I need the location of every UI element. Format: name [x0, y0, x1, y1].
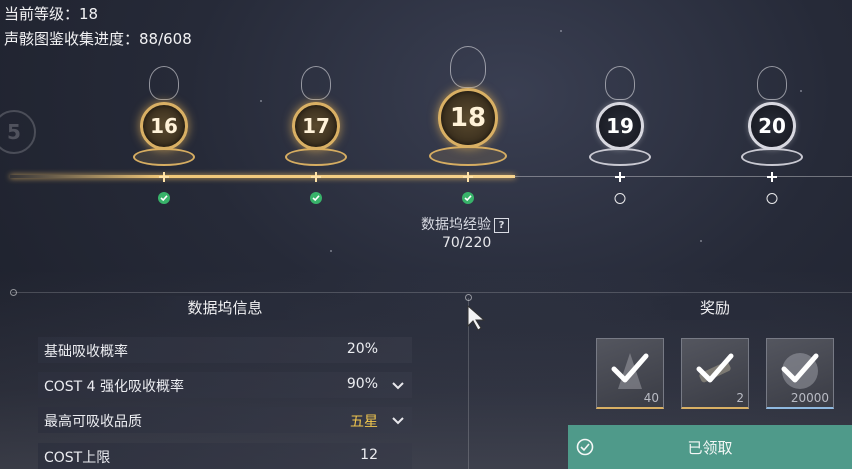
level-badge: 17	[292, 102, 340, 150]
stat-value: 五星	[350, 414, 378, 430]
experience-value: 70/220	[442, 235, 492, 251]
unclaimed-circle-icon	[614, 193, 626, 204]
section-divider	[12, 292, 852, 293]
experience-label-text: 数据坞经验	[421, 217, 491, 233]
background-star	[700, 240, 702, 242]
echo-figure-icon	[757, 66, 787, 100]
help-icon[interactable]: ?	[494, 218, 509, 233]
divider-endpoint	[10, 289, 17, 296]
pedestal-icon	[285, 148, 347, 166]
track-marker-icon	[159, 172, 169, 182]
stat-row-cost-limit: COST上限 12	[38, 443, 412, 469]
stat-label: 基础吸收概率	[44, 344, 128, 360]
reward-count: 40	[643, 391, 659, 405]
pedestal-icon	[133, 148, 195, 166]
track-marker-icon	[767, 172, 777, 182]
claimed-check-icon	[462, 192, 474, 204]
rewards-title: 奖励	[640, 296, 790, 320]
stat-label: 最高可吸收品质	[44, 414, 142, 430]
track-marker-icon	[463, 172, 473, 182]
claimed-status-button[interactable]: 已领取	[568, 425, 852, 469]
chevron-down-icon[interactable]	[390, 377, 406, 393]
pedestal-icon	[429, 146, 507, 166]
previous-level-ghost: 5	[0, 110, 36, 154]
level-badge: 16	[140, 102, 188, 150]
claimed-check-icon	[696, 353, 734, 383]
unclaimed-circle-icon	[766, 193, 778, 204]
track-marker-icon	[311, 172, 321, 182]
current-level-text: 当前等级：18	[4, 5, 99, 23]
stat-label: COST上限	[44, 450, 111, 466]
stat-label: COST 4 强化吸收概率	[44, 379, 185, 395]
info-panel-title: 数据坞信息	[140, 296, 310, 320]
experience-label: 数据坞经验?	[421, 214, 509, 234]
level-badge: 18	[438, 88, 498, 148]
reward-count: 20000	[790, 391, 829, 405]
background-star	[560, 30, 562, 32]
background-star	[260, 100, 262, 102]
stat-row-cost4-absorb[interactable]: COST 4 强化吸收概率 90%	[38, 372, 412, 398]
level-badge: 20	[748, 102, 796, 150]
claimed-check-icon	[158, 192, 170, 204]
claimed-label: 已领取	[687, 438, 733, 457]
echo-figure-icon	[301, 66, 331, 100]
stat-row-max-quality[interactable]: 最高可吸收品质 五星	[38, 407, 412, 433]
stat-row-base-absorb: 基础吸收概率 20%	[38, 337, 412, 363]
track-marker-icon	[615, 172, 625, 182]
collection-progress-text: 声骸图鉴收集进度：88/608	[4, 30, 192, 48]
claimed-check-icon	[310, 192, 322, 204]
echo-figure-icon	[149, 66, 179, 100]
mouse-cursor-icon	[467, 304, 486, 331]
echo-figure-icon	[605, 66, 635, 100]
stat-value: 90%	[346, 376, 378, 392]
pedestal-icon	[741, 148, 803, 166]
chevron-down-icon[interactable]	[390, 412, 406, 428]
claimed-check-icon	[781, 353, 819, 383]
level-badge: 19	[596, 102, 644, 150]
background-star	[330, 250, 332, 252]
stat-value: 12	[360, 447, 378, 463]
stat-value: 20%	[346, 341, 378, 357]
reward-count: 2	[736, 391, 744, 405]
echo-figure-icon	[450, 46, 486, 88]
claimed-check-icon	[611, 353, 649, 383]
reward-item-shell-credit[interactable]: 40	[596, 338, 664, 409]
pedestal-icon	[589, 148, 651, 166]
reward-item-coin[interactable]: 20000	[766, 338, 834, 409]
reward-item-tuner[interactable]: 2	[681, 338, 749, 409]
